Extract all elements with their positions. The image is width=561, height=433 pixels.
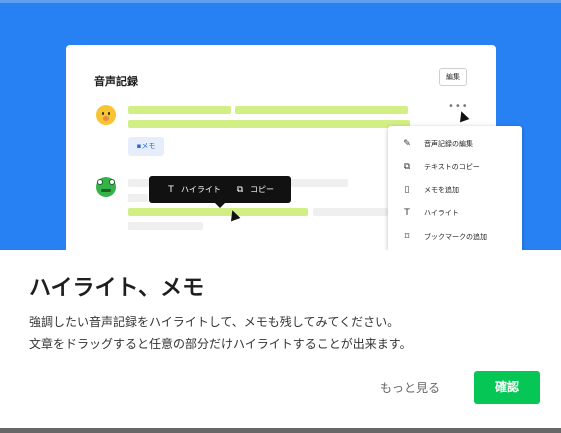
tooltip-copy-label: コピー (250, 185, 274, 194)
tooltip-copy-item: ⧉ コピー (234, 176, 274, 203)
plain-text-line (128, 222, 203, 230)
top-border (0, 0, 561, 3)
menu-item-add-bookmark: ⌑ ブックマークの追加 (388, 226, 522, 249)
memo-chip: ▪メモ (128, 137, 164, 156)
voice-record-card: 音声記録 編集 ▪メモ ••• T ハイライト ⧉ コピー ✎ 音声記録の編集 … (66, 45, 522, 250)
text-highlight-icon: T (168, 185, 174, 195)
plain-text-line (313, 208, 388, 216)
menu-item-label: ハイライト (424, 209, 459, 217)
card-title: 音声記録 (94, 75, 138, 88)
avatar-sally (96, 105, 116, 125)
selection-tooltip: T ハイライト ⧉ コピー (149, 176, 291, 208)
plain-text-line (128, 194, 148, 202)
dialog-description-line-2: 文章をドラッグすると任意の部分だけハイライトすることが出来ます。 (29, 337, 412, 351)
menu-item-label: ブックマークの追加 (424, 233, 487, 241)
menu-item-copy-text: ⧉ テキストのコピー (388, 156, 522, 179)
tooltip-highlight-label: ハイライト (181, 185, 221, 194)
onboarding-illustration: 音声記録 編集 ▪メモ ••• T ハイライト ⧉ コピー ✎ 音声記録の編集 … (0, 0, 561, 250)
dialog-title: ハイライト、メモ (29, 276, 205, 301)
avatar-mouth (103, 116, 109, 121)
copy-icon: ⧉ (236, 185, 244, 195)
highlighted-text-line (235, 106, 408, 114)
selected-text-line (128, 208, 308, 216)
menu-item-label: 音声記録の編集 (424, 140, 473, 148)
menu-item-label: メモを追加 (424, 186, 459, 194)
menu-item-add-memo: ▯ メモを追加 (388, 179, 522, 202)
highlighted-text-line (128, 120, 410, 128)
confirm-button[interactable]: 確認 (474, 371, 540, 404)
avatar-eye (97, 179, 103, 185)
tooltip-arrow (215, 203, 225, 208)
avatar-eye (109, 179, 115, 185)
menu-item-label: テキストのコピー (424, 163, 480, 171)
menu-item-highlight: T ハイライト (388, 202, 522, 225)
memo-chip-label: メモ (141, 142, 156, 150)
note-icon: ▯ (404, 185, 410, 195)
dialog-description-line-1: 強調したい音声記録をハイライトして、メモも残してみてください。 (29, 315, 400, 329)
tooltip-highlight-item: T ハイライト (165, 176, 221, 203)
edit-button: 編集 (439, 68, 467, 86)
window-bottom-edge (0, 428, 561, 433)
bookmark-icon: ⌑ (404, 232, 410, 242)
see-more-link[interactable]: もっと見る (380, 379, 440, 396)
copy-icon: ⧉ (403, 162, 411, 172)
avatar-leonard (96, 177, 116, 197)
menu-item-edit-record: ✎ 音声記録の編集 (388, 133, 522, 156)
avatar-eye (102, 112, 104, 115)
highlighted-text-line (128, 106, 231, 114)
avatar-mouth (101, 189, 111, 192)
text-highlight-icon: T (404, 208, 410, 218)
avatar-eye (108, 112, 110, 115)
pencil-icon: ✎ (403, 139, 411, 149)
context-menu: ✎ 音声記録の編集 ⧉ テキストのコピー ▯ メモを追加 T ハイライト ⌑ ブ… (388, 126, 522, 250)
